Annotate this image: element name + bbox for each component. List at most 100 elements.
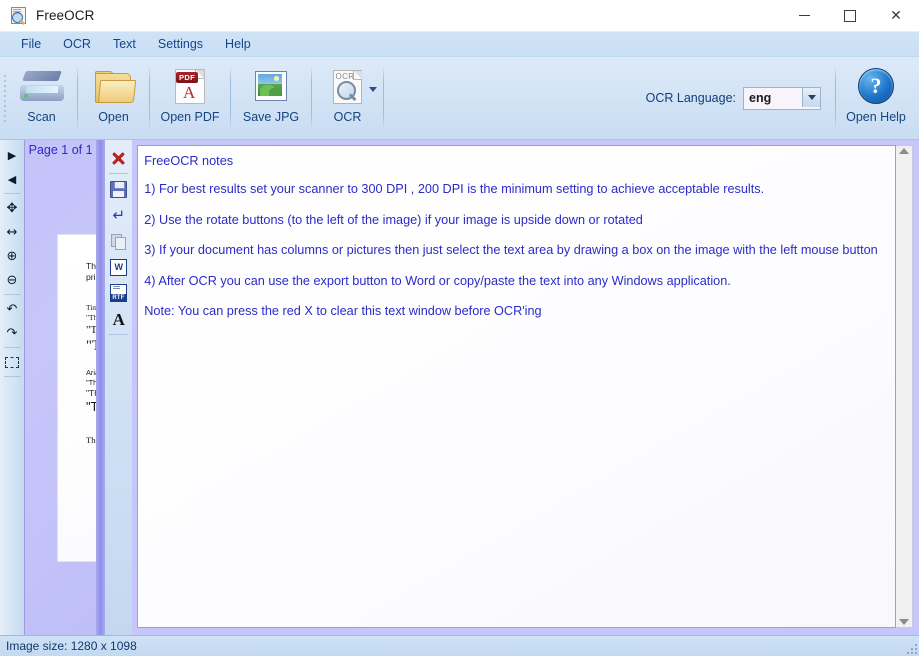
close-button[interactable]: ✕ [873,0,919,31]
rotate-right-icon: ▶ [7,148,17,162]
open-pdf-button[interactable]: PDF A Open PDF [153,57,227,139]
zoom-in-icon: ⊕ [6,248,18,264]
menu-bar: File OCR Text Settings Help [0,32,919,57]
scroll-down-icon[interactable] [899,619,909,625]
zoom-out-button[interactable]: ⊖ [1,268,23,292]
rtf-icon: RTF [110,284,128,302]
ocr-button-label: OCR [333,110,362,124]
menu-ocr[interactable]: OCR [52,35,102,53]
selection-box-icon [5,356,19,368]
open-help-button-label: Open Help [846,110,906,124]
scan-button-label: Scan [27,110,56,124]
ocr-text-area[interactable]: FreeOCR notes 1) For best results set yo… [137,145,896,628]
rtf-icon-label: RTF [111,294,126,301]
export-word-button[interactable]: W [106,254,131,280]
panel-splitter[interactable] [96,140,106,635]
font-settings-button[interactable]: A [106,306,131,332]
doc-section2-line-3: "The quick brown fox jumps over a lazy d… [86,399,96,414]
open-pdf-button-label: Open PDF [160,110,220,124]
ocr-language-group: OCR Language: eng [646,57,823,139]
menu-file[interactable]: File [10,35,52,53]
menu-settings[interactable]: Settings [147,35,214,53]
tool-separator [109,173,129,174]
doc-section2-line-2: "The quick brown fox jumps over a lazy d… [86,388,96,398]
notes-title: FreeOCR notes [144,154,234,168]
pdf-badge-label: PDF [176,72,198,83]
scroll-up-icon[interactable] [899,148,909,154]
doc-section2-title: Arial [86,368,96,377]
rotate-left-icon: ◀ [7,172,17,186]
open-help-button[interactable]: ? Open Help [839,57,913,139]
notes-vertical-scrollbar[interactable] [896,145,913,628]
ocr-badge-label: OCR [335,71,355,81]
window-title: FreeOCR [36,8,95,23]
insert-return-button[interactable]: ↵ [106,202,131,228]
page-indicator: Page 1 of 1 [28,143,93,157]
zoom-in-button[interactable]: ⊕ [1,244,23,268]
toolbar-separator [77,65,78,131]
app-document-magnifier-icon [10,7,27,25]
copy-icon [111,233,127,250]
notes-paragraph-5: Note: You can press the red X to clear t… [144,304,542,318]
main-toolbar: Scan Open PDF A Open PDF Save JPG OCR OC… [0,57,919,140]
redo-icon: ↷ [6,325,18,341]
floppy-save-icon [110,180,128,198]
ocr-magnifier-icon: OCR [332,69,363,104]
notes-paragraph-1: 1) For best results set your scanner to … [144,182,765,196]
redo-button[interactable]: ↷ [1,321,23,345]
title-bar: FreeOCR ✕ [0,0,919,32]
image-tools-column: ▶ ◀ ✥ ↔ ⊕ ⊖ ↶ ↷ [0,140,24,635]
doc-section2-line-1: "The quick brown fox jumps over a lazy d… [86,378,96,387]
toolbar-separator [230,65,231,131]
notes-paragraph-3: 3) If your document has columns or pictu… [144,243,878,257]
scanned-page-image[interactable]: This page was prepared using Microsoft W… [58,235,97,561]
rotate-left-button[interactable]: ◀ [1,167,23,191]
minimize-icon [798,15,810,16]
font-a-icon: A [112,309,125,329]
maximize-icon [844,9,856,22]
image-size-status: Image size: 1280 x 1098 [6,639,137,653]
window-controls: ✕ [781,0,919,31]
doc-header-line-2: printed then scanned @ 200 DPI [86,272,96,282]
save-jpg-button[interactable]: Save JPG [234,57,308,139]
clear-text-button[interactable] [106,145,131,171]
ocr-button[interactable]: OCR OCR [315,57,380,139]
undo-button[interactable]: ↶ [1,297,23,321]
picture-icon [255,71,287,101]
toolbar-grip[interactable] [0,57,9,139]
zoom-out-icon: ⊖ [6,272,18,288]
open-button-label: Open [98,110,129,124]
move-arrows-icon: ✥ [6,200,18,216]
return-arrow-icon: ↵ [112,205,126,224]
fit-width-button[interactable]: ↔ [1,220,23,244]
doc-footer: The phrase above uses all letters from t… [86,435,96,445]
doc-section1-line-3: "The quick brown fox jumps over a lazy d… [86,338,96,354]
notes-paragraph-2: 2) Use the rotate buttons (to the left o… [144,212,643,227]
ocr-text-panel: FreeOCR notes 1) For best results set yo… [132,140,919,635]
tool-separator [109,334,129,335]
export-rtf-button[interactable]: RTF [106,280,131,306]
chevron-down-icon[interactable] [802,87,820,107]
copy-text-button[interactable] [106,228,131,254]
menu-help[interactable]: Help [214,35,262,53]
ocr-language-select[interactable]: eng [743,86,821,110]
resize-grip[interactable] [905,642,917,654]
ocr-dropdown-caret-icon[interactable] [369,87,377,92]
pdf-file-icon: PDF A [175,69,205,104]
pan-move-button[interactable]: ✥ [1,196,23,220]
image-preview-panel[interactable]: Page 1 of 1 This page was prepared using… [24,140,97,635]
rotate-right-button[interactable]: ▶ [1,143,23,167]
tool-separator [3,376,21,377]
scan-button[interactable]: Scan [9,57,74,139]
open-button[interactable]: Open [81,57,146,139]
save-jpg-button-label: Save JPG [242,110,300,124]
word-icon-letter: W [114,261,124,272]
maximize-button[interactable] [827,0,873,31]
tool-separator [3,294,21,295]
select-area-button[interactable] [1,350,23,374]
horizontal-arrows-icon: ↔ [6,224,18,240]
menu-text[interactable]: Text [102,35,147,53]
save-text-button[interactable] [106,176,131,202]
toolbar-separator [149,65,150,131]
minimize-button[interactable] [781,0,827,31]
